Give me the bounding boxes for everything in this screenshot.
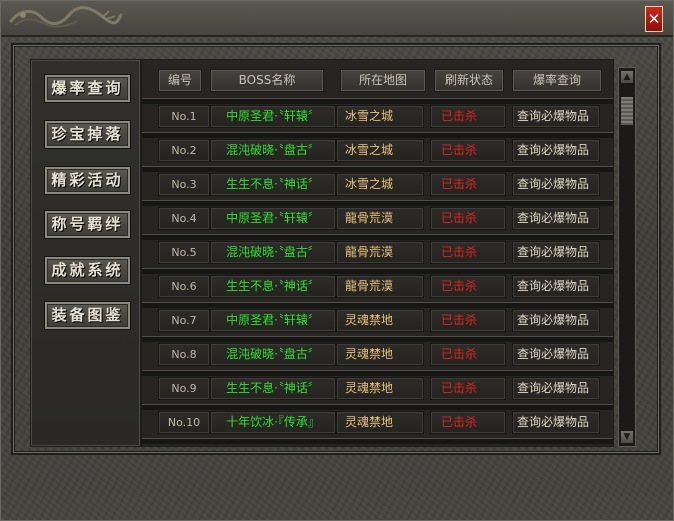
query-drops-button[interactable]: 查询必爆物品 xyxy=(512,411,600,434)
boss-number: No.3 xyxy=(158,173,210,196)
boss-map: 冰雪之城 xyxy=(336,105,424,128)
table-row: No.4 中原圣君·〝轩辕〞 龍骨荒漠 已击杀 查询必爆物品 xyxy=(142,200,613,234)
table-row-partial xyxy=(142,438,613,446)
table-row: No.7 中原圣君·〝轩辕〞 灵魂禁地 已击杀 查询必爆物品 xyxy=(142,302,613,336)
close-button[interactable]: ✕ xyxy=(645,6,663,32)
sidebar-item-events[interactable]: 精彩活动 xyxy=(44,166,131,195)
boss-table: 编号 BOSS名称 所在地图 刷新状态 爆率查询 No.1 中原圣君·〝轩辕〞 … xyxy=(141,59,614,447)
boss-map: 龍骨荒漠 xyxy=(336,275,424,298)
column-header-map: 所在地图 xyxy=(340,69,426,92)
boss-map: 冰雪之城 xyxy=(336,139,424,162)
column-header-drop-query: 爆率查询 xyxy=(512,69,602,92)
boss-map: 灵魂禁地 xyxy=(336,343,424,366)
boss-map: 灵魂禁地 xyxy=(336,309,424,332)
boss-map: 灵魂禁地 xyxy=(336,377,424,400)
row-divider xyxy=(142,132,613,138)
table-row: No.5 混沌破晓·〝盘古〞 龍骨荒漠 已击杀 查询必爆物品 xyxy=(142,234,613,268)
query-drops-button[interactable]: 查询必爆物品 xyxy=(512,241,600,264)
query-drops-button[interactable]: 查询必爆物品 xyxy=(512,377,600,400)
boss-map: 灵魂禁地 xyxy=(336,411,424,434)
table-row: No.1 中原圣君·〝轩辕〞 冰雪之城 已击杀 查询必爆物品 xyxy=(142,98,613,132)
column-header-boss-name: BOSS名称 xyxy=(210,69,324,92)
column-header-refresh-status: 刷新状态 xyxy=(434,69,504,92)
refresh-status: 已击杀 xyxy=(430,275,506,298)
boss-name: 混沌破晓·〝盘古〞 xyxy=(210,241,336,264)
refresh-status: 已击杀 xyxy=(430,139,506,162)
boss-name: 生生不息·〝神话〞 xyxy=(210,173,336,196)
boss-name: 中原圣君·〝轩辕〞 xyxy=(210,309,336,332)
boss-number: No.2 xyxy=(158,139,210,162)
row-divider xyxy=(142,268,613,274)
boss-number: No.1 xyxy=(158,105,210,128)
row-divider xyxy=(142,98,613,104)
sidebar: 爆率查询 珍宝掉落 精彩活动 称号羁绊 成就系统 装备图鉴 xyxy=(30,59,141,447)
row-divider xyxy=(142,370,613,376)
query-drops-button[interactable]: 查询必爆物品 xyxy=(512,309,600,332)
boss-map: 冰雪之城 xyxy=(336,173,424,196)
refresh-status: 已击杀 xyxy=(430,343,506,366)
column-header-number: 编号 xyxy=(158,69,202,92)
boss-number: No.8 xyxy=(158,343,210,366)
boss-number: No.5 xyxy=(158,241,210,264)
scroll-down-icon[interactable]: ▼ xyxy=(620,430,634,444)
refresh-status: 已击杀 xyxy=(430,377,506,400)
table-row: No.6 生生不息·〝神话〞 龍骨荒漠 已击杀 查询必爆物品 xyxy=(142,268,613,302)
boss-name: 混沌破晓·〝盘古〞 xyxy=(210,139,336,162)
table-row: No.9 生生不息·〝神话〞 灵魂禁地 已击杀 查询必爆物品 xyxy=(142,370,613,404)
sidebar-item-drop-rate-query[interactable]: 爆率查询 xyxy=(44,74,131,103)
boss-number: No.9 xyxy=(158,377,210,400)
boss-map: 龍骨荒漠 xyxy=(336,241,424,264)
table-row: No.10 十年饮冰·『传承』 灵魂禁地 已击杀 查询必爆物品 xyxy=(142,404,613,438)
refresh-status: 已击杀 xyxy=(430,309,506,332)
table-row: No.8 混沌破晓·〝盘古〞 灵魂禁地 已击杀 查询必爆物品 xyxy=(142,336,613,370)
refresh-status: 已击杀 xyxy=(430,241,506,264)
boss-name: 中原圣君·〝轩辕〞 xyxy=(210,105,336,128)
query-drops-button[interactable]: 查询必爆物品 xyxy=(512,275,600,298)
row-divider xyxy=(142,404,613,410)
boss-map: 龍骨荒漠 xyxy=(336,207,424,230)
query-drops-button[interactable]: 查询必爆物品 xyxy=(512,173,600,196)
row-divider xyxy=(142,336,613,342)
row-divider xyxy=(142,234,613,240)
boss-name: 生生不息·〝神话〞 xyxy=(210,377,336,400)
boss-number: No.4 xyxy=(158,207,210,230)
boss-drop-window: ✕ 爆率查询 珍宝掉落 精彩活动 称号羁绊 成就系统 装备图鉴 编号 BOSS名… xyxy=(0,0,674,521)
boss-number: No.7 xyxy=(158,309,210,332)
sidebar-item-equipment-catalog[interactable]: 装备图鉴 xyxy=(44,301,131,330)
sidebar-item-treasure-drops[interactable]: 珍宝掉落 xyxy=(44,120,131,149)
boss-name: 混沌破晓·〝盘古〞 xyxy=(210,343,336,366)
refresh-status: 已击杀 xyxy=(430,173,506,196)
query-drops-button[interactable]: 查询必爆物品 xyxy=(512,139,600,162)
row-divider xyxy=(142,166,613,172)
row-divider xyxy=(142,302,613,308)
sidebar-item-achievements[interactable]: 成就系统 xyxy=(44,256,131,285)
boss-name: 中原圣君·〝轩辕〞 xyxy=(210,207,336,230)
table-row: No.2 混沌破晓·〝盘古〞 冰雪之城 已击杀 查询必爆物品 xyxy=(142,132,613,166)
query-drops-button[interactable]: 查询必爆物品 xyxy=(512,207,600,230)
refresh-status: 已击杀 xyxy=(430,105,506,128)
title-bar[interactable]: ✕ xyxy=(1,1,673,37)
row-divider xyxy=(142,438,613,444)
query-drops-button[interactable]: 查询必爆物品 xyxy=(512,105,600,128)
scrollbar-thumb[interactable] xyxy=(620,96,634,126)
dragon-emblem-icon xyxy=(9,6,123,28)
query-drops-button[interactable]: 查询必爆物品 xyxy=(512,343,600,366)
sidebar-item-titles-bonds[interactable]: 称号羁绊 xyxy=(44,210,131,239)
row-divider xyxy=(142,200,613,206)
vertical-scrollbar[interactable]: ▲ ▼ xyxy=(618,67,636,447)
table-row: No.3 生生不息·〝神话〞 冰雪之城 已击杀 查询必爆物品 xyxy=(142,166,613,200)
boss-name: 十年饮冰·『传承』 xyxy=(210,411,336,434)
boss-name: 生生不息·〝神话〞 xyxy=(210,275,336,298)
boss-number: No.10 xyxy=(158,411,210,434)
boss-number: No.6 xyxy=(158,275,210,298)
refresh-status: 已击杀 xyxy=(430,207,506,230)
scroll-up-icon[interactable]: ▲ xyxy=(620,70,634,84)
refresh-status: 已击杀 xyxy=(430,411,506,434)
